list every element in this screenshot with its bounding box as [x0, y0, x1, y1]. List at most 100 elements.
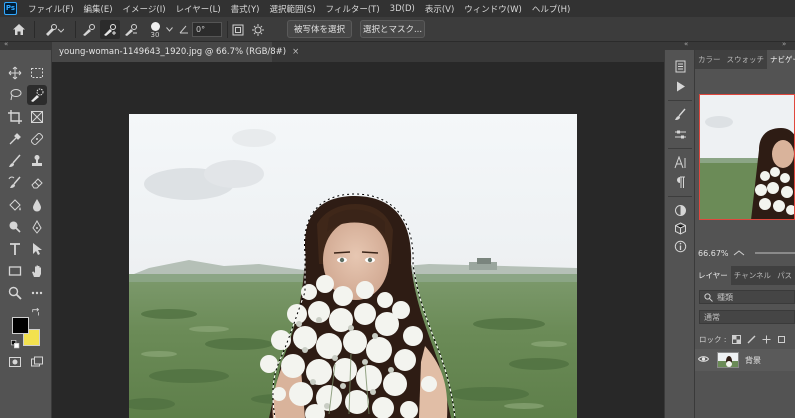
foreground-color-swatch[interactable]: [12, 317, 29, 334]
menu-image[interactable]: イメージ(I): [118, 3, 171, 15]
navigator-panel-tabs: カラー スウォッチ ナビゲーター: [695, 50, 795, 69]
panels-collapse-bar[interactable]: « »: [664, 40, 795, 50]
tab-channels[interactable]: チャンネル: [731, 266, 774, 285]
actions-play-icon[interactable]: [671, 78, 689, 94]
new-selection-brush-icon[interactable]: [80, 17, 98, 42]
libraries-panel-icon[interactable]: [671, 202, 689, 218]
move-tool-icon[interactable]: [5, 63, 25, 83]
marquee-tool-icon[interactable]: [27, 63, 47, 83]
navigator-view-frame[interactable]: [699, 94, 795, 220]
select-subject-button[interactable]: 被写体を選択: [287, 20, 352, 38]
panel-icon-column: [664, 50, 695, 418]
rectangle-tool-icon[interactable]: [5, 261, 25, 281]
dodge-tool-icon[interactable]: [5, 217, 25, 237]
photo-canvas[interactable]: [129, 114, 577, 418]
lasso-tool-icon[interactable]: [5, 85, 25, 105]
photo-image: [129, 114, 577, 418]
more-tools-icon[interactable]: [27, 283, 47, 303]
lock-artboard-icon[interactable]: [777, 335, 786, 344]
eraser-tool-icon[interactable]: [27, 173, 47, 193]
menu-layer[interactable]: レイヤー(L): [171, 3, 226, 15]
photoshop-logo: Ps: [4, 2, 17, 15]
character-panel-icon[interactable]: [671, 154, 689, 170]
layer-visibility-eye-icon[interactable]: [695, 355, 711, 366]
pen-tool-icon[interactable]: [27, 217, 47, 237]
zoom-level[interactable]: 66.67%: [698, 249, 729, 258]
tab-swatches[interactable]: スウォッチ: [724, 50, 768, 69]
brushes-panel-icon[interactable]: [671, 106, 689, 122]
select-and-mask-button[interactable]: 選択とマスク...: [360, 20, 425, 38]
navigator-thumbnail[interactable]: [699, 94, 795, 220]
tab-paths[interactable]: パス: [774, 266, 795, 285]
chevron-down-icon[interactable]: [164, 17, 174, 42]
blend-mode-value: 通常: [704, 312, 720, 322]
lock-label: ロック :: [699, 334, 727, 344]
zoom-slider[interactable]: [755, 252, 795, 254]
document-tab[interactable]: young-woman-1149643_1920.jpg @ 66.7% (RG…: [52, 42, 299, 62]
home-icon[interactable]: [8, 17, 30, 42]
brush-tool-icon[interactable]: [5, 151, 25, 171]
angle-icon: [178, 17, 190, 42]
eyedropper-tool-icon[interactable]: [5, 129, 25, 149]
hand-tool-icon[interactable]: [27, 261, 47, 281]
menu-select[interactable]: 選択範囲(S): [264, 3, 320, 15]
layer-row-background[interactable]: 背景: [695, 349, 795, 371]
document-tab-bar: young-woman-1149643_1920.jpg @ 66.7% (RG…: [52, 42, 664, 62]
3d-panel-icon[interactable]: [671, 220, 689, 236]
blur-tool-icon[interactable]: [27, 195, 47, 215]
auto-enhance-icon[interactable]: [251, 17, 265, 42]
tab-navigator[interactable]: ナビゲーター: [767, 50, 795, 69]
search-icon: [704, 292, 713, 302]
menu-help[interactable]: ヘルプ(H): [527, 3, 576, 15]
lock-transparent-icon[interactable]: [732, 334, 742, 344]
lock-row: ロック :: [699, 332, 795, 346]
path-selection-tool-icon[interactable]: [27, 239, 47, 259]
right-panels: カラー スウォッチ ナビゲーター 66.67% レイヤー チャンネル パス: [695, 50, 795, 418]
swap-colors-icon[interactable]: [30, 307, 42, 319]
crop-tool-icon[interactable]: [5, 107, 25, 127]
menu-edit[interactable]: 編集(E): [79, 3, 118, 15]
tab-color[interactable]: カラー: [695, 50, 724, 69]
zoom-tool-icon[interactable]: [5, 283, 25, 303]
menu-type[interactable]: 書式(Y): [226, 3, 265, 15]
menu-3d[interactable]: 3D(D): [385, 4, 420, 14]
blend-mode-select[interactable]: 通常: [699, 310, 795, 324]
clone-stamp-tool-icon[interactable]: [27, 151, 47, 171]
paint-bucket-tool-icon[interactable]: [5, 195, 25, 215]
layer-name: 背景: [745, 355, 761, 365]
add-selection-brush-icon[interactable]: [100, 20, 120, 39]
lock-pixels-icon[interactable]: [747, 335, 756, 344]
close-document-icon[interactable]: ×: [292, 47, 299, 57]
brush-size-picker[interactable]: 30: [146, 17, 164, 42]
history-brush-tool-icon[interactable]: [5, 173, 25, 193]
adjustments-panel-icon[interactable]: [671, 126, 689, 142]
menu-view[interactable]: 表示(V): [420, 3, 459, 15]
lock-position-icon[interactable]: [762, 335, 771, 344]
document-title: young-woman-1149643_1920.jpg @ 66.7% (RG…: [59, 47, 287, 57]
sample-all-layers-icon[interactable]: [231, 17, 245, 42]
subtract-selection-brush-icon[interactable]: [122, 17, 140, 42]
canvas-area[interactable]: [52, 62, 664, 418]
info-panel-icon[interactable]: [671, 238, 689, 254]
menu-file[interactable]: ファイル(F): [23, 3, 79, 15]
quick-selection-tool-icon[interactable]: [27, 85, 47, 105]
layer-thumbnail: [717, 352, 739, 368]
layer-filter-field[interactable]: 種類: [699, 290, 795, 304]
tools-panel: [0, 50, 52, 418]
screen-mode-icon[interactable]: [27, 352, 47, 372]
tab-layers[interactable]: レイヤー: [695, 266, 731, 285]
menu-window[interactable]: ウィンドウ(W): [459, 3, 527, 15]
angle-input[interactable]: 0°: [192, 22, 222, 37]
tool-preset-picker[interactable]: [38, 17, 70, 42]
tools-collapse-bar[interactable]: «: [0, 40, 52, 50]
history-panel-icon[interactable]: [671, 58, 689, 74]
frame-tool-icon[interactable]: [27, 107, 47, 127]
default-colors-icon[interactable]: [9, 338, 21, 350]
quick-mask-icon[interactable]: [5, 352, 25, 372]
healing-brush-tool-icon[interactable]: [27, 129, 47, 149]
navigator-zoom-row: 66.67%: [695, 246, 795, 260]
paragraph-panel-icon[interactable]: [671, 174, 689, 190]
zoom-out-icon[interactable]: [733, 249, 745, 257]
menu-filter[interactable]: フィルター(T): [321, 3, 385, 15]
type-tool-icon[interactable]: [5, 239, 25, 259]
